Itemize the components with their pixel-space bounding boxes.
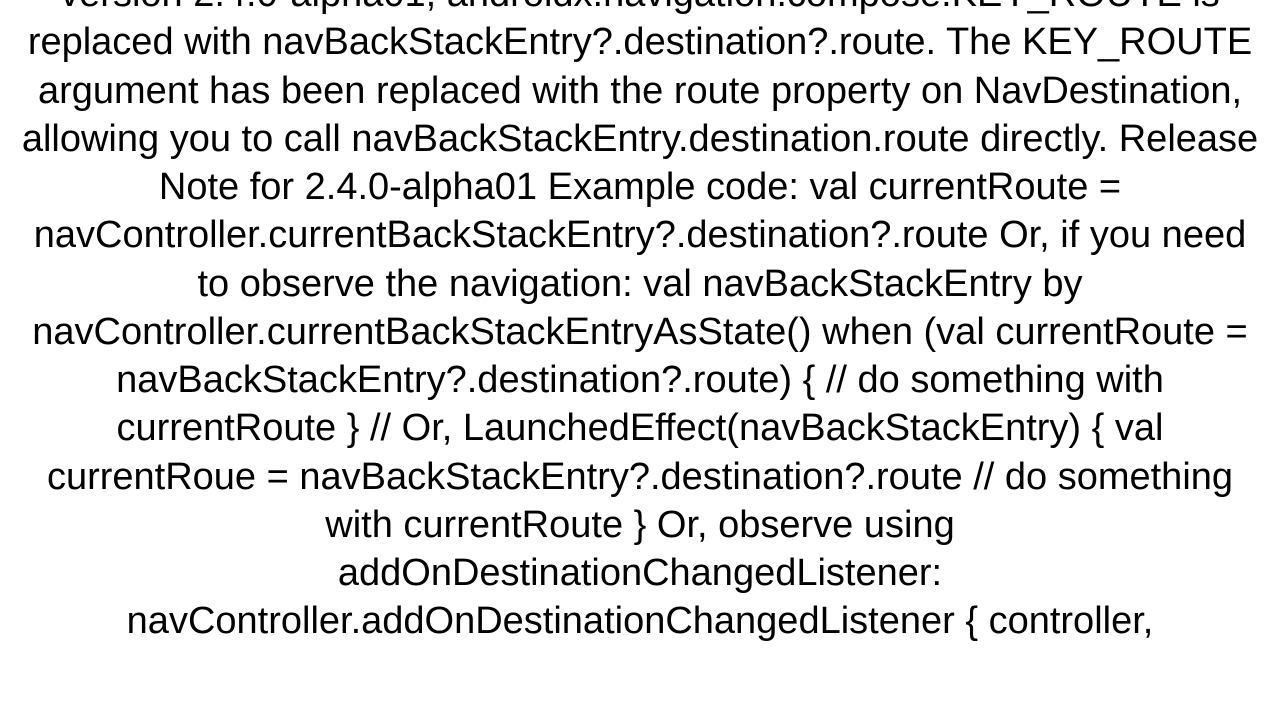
document-body-text: version 2.4.0-alpha01, androidx.navigati…	[0, 0, 1280, 690]
